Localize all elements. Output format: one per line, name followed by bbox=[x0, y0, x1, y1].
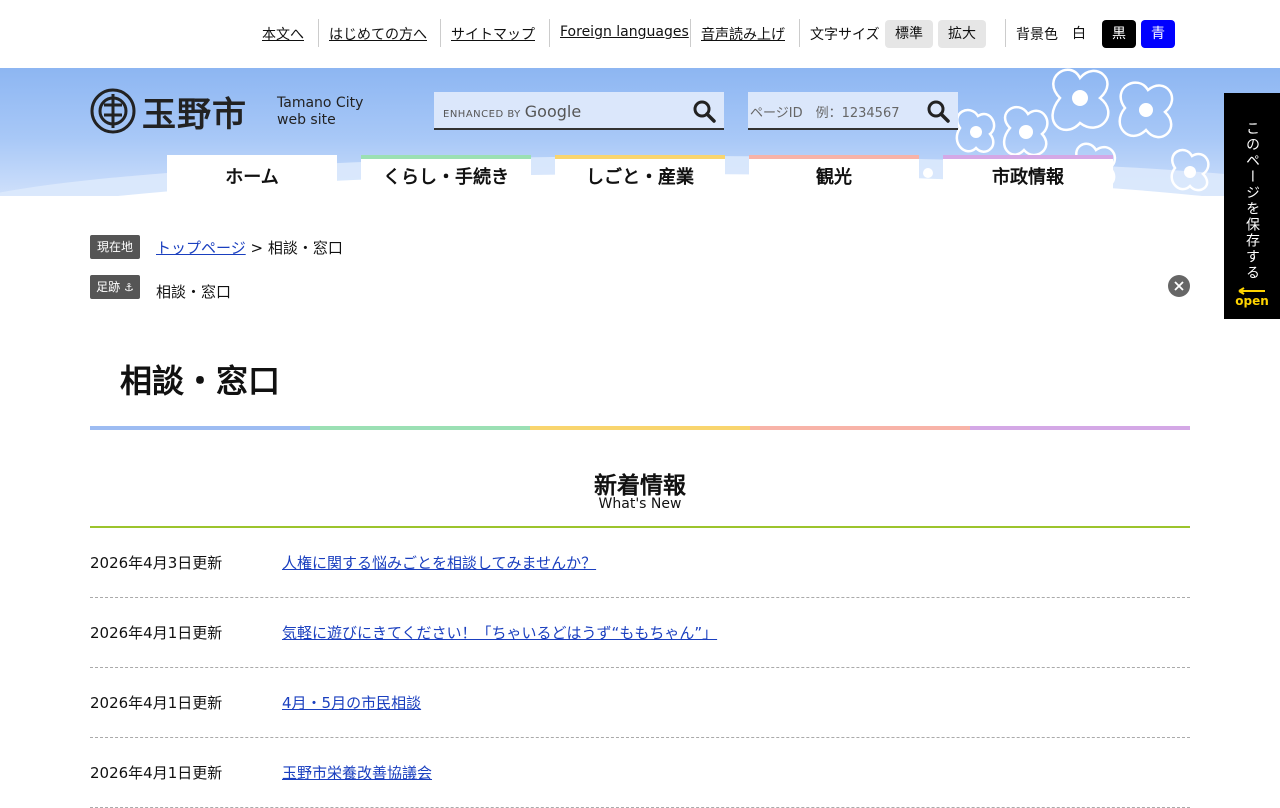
bg-color-label: 背景色 bbox=[1016, 27, 1058, 43]
save-page-panel[interactable]: このページを保存する open bbox=[1224, 93, 1280, 319]
breadcrumb: トップページ > 相談・窓口 bbox=[156, 237, 343, 258]
news-item: 2026年4月1日更新 気軽に遊びにきてください！「ちゃいるどはうず“ももちゃん… bbox=[90, 598, 1190, 668]
news-date: 2026年4月3日更新 bbox=[90, 554, 223, 572]
foreign-languages-link[interactable]: Foreign languages bbox=[560, 24, 689, 40]
news-date: 2026年4月1日更新 bbox=[90, 764, 223, 782]
news-item: 2026年4月3日更新 人権に関する悩みごとを相談してみませんか？ bbox=[90, 528, 1190, 598]
text-size-large-button[interactable]: 拡大 bbox=[938, 20, 986, 48]
google-search-placeholder: ENHANCED BY Google bbox=[443, 102, 581, 121]
text-size-label: 文字サイズ bbox=[810, 27, 880, 43]
history-item[interactable]: 相談・窓口 bbox=[156, 281, 231, 302]
google-enhanced-label: ENHANCED BY bbox=[443, 109, 521, 120]
footprint-icon: ⚓ bbox=[123, 281, 134, 294]
underline-segment bbox=[310, 426, 530, 430]
search-icon[interactable] bbox=[692, 99, 716, 123]
current-location-badge: 現在地 bbox=[90, 235, 140, 259]
nav-tab-tourism[interactable]: 観光 bbox=[749, 155, 919, 197]
divider bbox=[1005, 19, 1006, 47]
page-title: 相談・窓口 bbox=[120, 362, 281, 400]
site-logo[interactable]: 玉野市 bbox=[90, 87, 247, 135]
underline-segment bbox=[750, 426, 970, 430]
google-search-input[interactable]: ENHANCED BY Google bbox=[434, 92, 724, 130]
page-id-search-input[interactable]: ページID 例：1234567 bbox=[748, 92, 958, 130]
utility-bar: 本文へ はじめての方へ サイトマップ Foreign languages 音声読… bbox=[0, 0, 1280, 68]
google-brand-label: Google bbox=[524, 102, 582, 121]
underline-segment bbox=[530, 426, 750, 430]
sitemap-link[interactable]: サイトマップ bbox=[451, 24, 535, 44]
close-icon bbox=[1174, 281, 1184, 291]
open-label: open bbox=[1235, 294, 1269, 308]
bg-black-button[interactable]: 黒 bbox=[1102, 20, 1136, 48]
nav-tab-business[interactable]: しごと・産業 bbox=[555, 155, 725, 197]
history-label: 足跡 bbox=[96, 280, 121, 294]
news-link[interactable]: 気軽に遊びにきてください！「ちゃいるどはうず“ももちゃん”」 bbox=[282, 622, 717, 643]
news-subtitle: What's New bbox=[598, 496, 682, 512]
divider bbox=[690, 19, 691, 47]
history-badge: 足跡 ⚓ bbox=[90, 275, 140, 299]
skip-to-content-link[interactable]: 本文へ bbox=[262, 24, 304, 44]
divider bbox=[318, 19, 319, 47]
news-link[interactable]: 玉野市栄養改善協議会 bbox=[282, 762, 432, 783]
nav-tab-city-info[interactable]: 市政情報 bbox=[943, 155, 1113, 197]
page-id-placeholder: ページID 例：1234567 bbox=[750, 106, 900, 121]
save-page-text: このページを保存する bbox=[1244, 121, 1260, 281]
breadcrumb-home-link[interactable]: トップページ bbox=[156, 239, 246, 257]
title-underline bbox=[90, 426, 1190, 430]
divider bbox=[549, 19, 550, 47]
bg-blue-button[interactable]: 青 bbox=[1141, 20, 1175, 48]
breadcrumb-separator: > bbox=[250, 239, 264, 257]
logo-subtitle: Tamano City web site bbox=[277, 95, 363, 129]
logo-sub-line: web site bbox=[277, 112, 336, 128]
news-date: 2026年4月1日更新 bbox=[90, 694, 223, 712]
news-title: 新着情報 bbox=[594, 473, 686, 499]
underline-segment bbox=[90, 426, 310, 430]
news-item: 2026年4月1日更新 玉野市栄養改善協議会 bbox=[90, 738, 1190, 808]
underline-segment bbox=[970, 426, 1190, 430]
read-aloud-link[interactable]: 音声読み上げ bbox=[701, 24, 785, 44]
text-size-standard-button[interactable]: 標準 bbox=[885, 20, 933, 48]
news-link[interactable]: 人権に関する悩みごとを相談してみませんか？ bbox=[282, 552, 596, 573]
nav-tab-home[interactable]: ホーム bbox=[167, 155, 337, 197]
news-date: 2026年4月1日更新 bbox=[90, 624, 223, 642]
bg-white-button[interactable]: 白 bbox=[1066, 20, 1092, 48]
breadcrumb-current: 相談・窓口 bbox=[267, 239, 343, 257]
news-item: 2026年4月1日更新 4月・5月の市民相談 bbox=[90, 668, 1190, 738]
first-visit-link[interactable]: はじめての方へ bbox=[329, 24, 427, 44]
city-emblem-icon bbox=[90, 88, 136, 134]
close-history-button[interactable] bbox=[1168, 275, 1190, 297]
logo-sub-line: Tamano City bbox=[277, 95, 364, 111]
divider bbox=[799, 19, 800, 47]
news-link[interactable]: 4月・5月の市民相談 bbox=[282, 692, 421, 713]
nav-tab-living[interactable]: くらし・手続き bbox=[361, 155, 531, 197]
search-icon[interactable] bbox=[926, 99, 950, 123]
divider bbox=[440, 19, 441, 47]
logo-text: 玉野市 bbox=[142, 94, 247, 135]
